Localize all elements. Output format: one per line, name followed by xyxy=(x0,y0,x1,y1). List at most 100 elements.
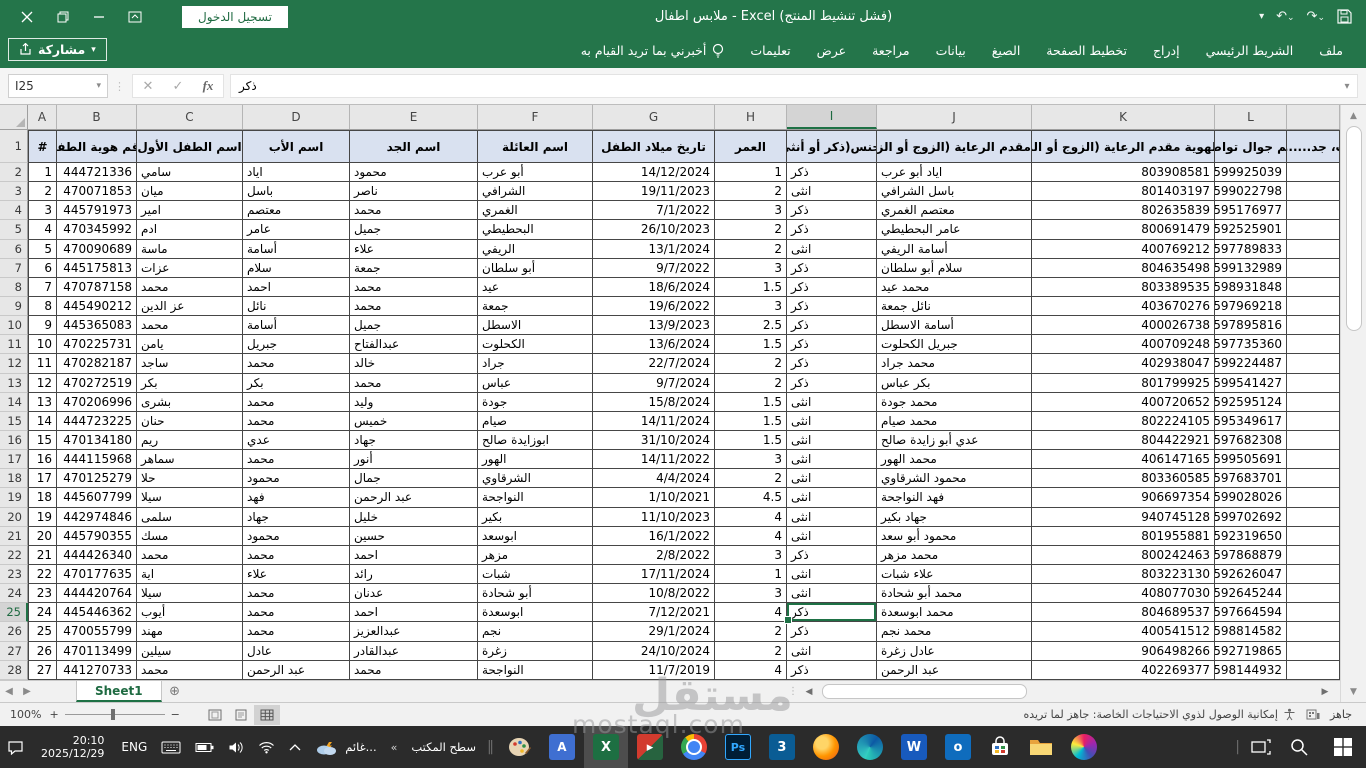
cell[interactable]: محمد xyxy=(243,584,350,604)
cell[interactable]: 31/10/2024 xyxy=(593,430,715,451)
cell[interactable]: محمد أبو شحادة xyxy=(877,584,1032,604)
cell[interactable]: ادم xyxy=(137,220,243,240)
zoom-slider-thumb[interactable] xyxy=(110,709,115,720)
cell[interactable]: 445365083 xyxy=(57,316,137,336)
cell[interactable]: عبدالفتاح xyxy=(350,335,478,355)
cell[interactable]: سلمى xyxy=(137,507,243,527)
cell[interactable]: محمد جودة xyxy=(877,392,1032,412)
cell[interactable]: 3 xyxy=(715,545,787,565)
cell[interactable]: 16/1/2022 xyxy=(593,526,715,546)
column-header-F[interactable]: F xyxy=(478,105,593,129)
cell[interactable]: خالد xyxy=(350,354,478,374)
cell[interactable]: الريفي xyxy=(478,239,593,259)
cell[interactable]: بكر xyxy=(243,373,350,393)
excel-icon[interactable]: X xyxy=(583,726,628,768)
cell[interactable]: احمد xyxy=(350,603,478,623)
file-explorer-icon[interactable] xyxy=(1020,726,1062,768)
cell[interactable]: 2 xyxy=(715,641,787,661)
cell[interactable]: 14/11/2024 xyxy=(593,411,715,431)
cell[interactable]: ابوسعدة xyxy=(478,603,593,623)
toolbar-chevrons-icon[interactable]: « xyxy=(384,726,405,768)
cell[interactable]: 21 xyxy=(28,545,57,565)
cell[interactable]: 402269377 xyxy=(1032,660,1215,680)
horizontal-scroll-track[interactable] xyxy=(820,684,1314,699)
cell[interactable]: جمعة xyxy=(478,296,593,317)
cell[interactable]: 444115968 xyxy=(57,450,137,470)
cell[interactable]: أسامة xyxy=(243,316,350,336)
cell[interactable]: عدي أبو زايدة صالح xyxy=(877,430,1032,451)
word-icon[interactable]: W xyxy=(892,726,936,768)
cell[interactable]: محمد xyxy=(243,450,350,470)
row-header-3[interactable]: 3 xyxy=(0,182,28,202)
cell[interactable]: 801403197 xyxy=(1032,182,1215,202)
cell[interactable]: عدي xyxy=(243,430,350,451)
cell[interactable]: محمد نجم xyxy=(877,622,1032,642)
cell[interactable]: ذكر xyxy=(787,622,877,642)
cell[interactable]: 4 xyxy=(715,603,787,623)
cell[interactable]: 445791973 xyxy=(57,201,137,221)
cell[interactable]: 592319650 xyxy=(1215,526,1287,546)
cell[interactable]: 803908581 xyxy=(1032,163,1215,183)
ribbon-tab-7[interactable]: عرض xyxy=(804,33,859,68)
sign-in-button[interactable]: تسجيل الدخول xyxy=(182,5,288,28)
cell[interactable]: أبو سلطان xyxy=(478,258,593,278)
zoom-in-icon[interactable]: + xyxy=(49,708,58,721)
row-header-25[interactable]: 25 xyxy=(0,603,28,623)
cell[interactable]: 599224487 xyxy=(1215,354,1287,374)
cell[interactable]: أيوب xyxy=(137,603,243,623)
cell[interactable]: 4.5 xyxy=(715,488,787,508)
minimize-icon[interactable] xyxy=(88,6,110,28)
cell[interactable]: 803389535 xyxy=(1032,277,1215,297)
cell[interactable] xyxy=(1287,182,1340,202)
column-header-D[interactable]: D xyxy=(243,105,350,129)
cell[interactable]: 2 xyxy=(715,220,787,240)
cell[interactable] xyxy=(1287,545,1340,565)
cell[interactable]: 599022798 xyxy=(1215,182,1287,202)
row-header-5[interactable]: 5 xyxy=(0,220,28,240)
formula-bar-splitter[interactable]: ⋮ xyxy=(114,80,126,93)
cell[interactable]: 13 xyxy=(28,392,57,412)
header-cell[interactable]: # xyxy=(28,130,57,163)
cell[interactable]: النواجحة xyxy=(478,488,593,508)
cell[interactable]: 801799925 xyxy=(1032,373,1215,393)
ribbon-tab-3[interactable]: تخطيط الصفحة xyxy=(1033,33,1140,68)
cell[interactable]: 23 xyxy=(28,584,57,604)
cell[interactable]: ذكر xyxy=(787,316,877,336)
cell[interactable]: 2 xyxy=(28,182,57,202)
cell[interactable]: 597682308 xyxy=(1215,430,1287,451)
cell[interactable]: جراد xyxy=(478,354,593,374)
ribbon-tab-6[interactable]: مراجعة xyxy=(859,33,923,68)
cell[interactable]: الاسطل xyxy=(478,316,593,336)
cell[interactable]: محمد xyxy=(243,622,350,642)
cell[interactable]: 2 xyxy=(715,354,787,374)
search-icon[interactable] xyxy=(1278,726,1320,768)
cell[interactable]: 17 xyxy=(28,469,57,489)
cell[interactable]: 442974846 xyxy=(57,507,137,527)
confirm-entry-icon[interactable]: ✓ xyxy=(163,79,193,94)
cell[interactable]: جبريل xyxy=(243,335,350,355)
cell[interactable]: 5 xyxy=(28,239,57,259)
cell[interactable]: احمد xyxy=(350,545,478,565)
cell[interactable]: 592595124 xyxy=(1215,392,1287,412)
cell[interactable]: 801955881 xyxy=(1032,526,1215,546)
cell[interactable]: انثى xyxy=(787,488,877,508)
cell[interactable]: عبدالعزيز xyxy=(350,622,478,642)
ribbon-display-options-icon[interactable] xyxy=(124,6,146,28)
cell[interactable]: محمود xyxy=(243,526,350,546)
cell[interactable]: 1.5 xyxy=(715,277,787,297)
prev-sheet-icon[interactable]: ◀ xyxy=(0,681,18,702)
cell[interactable]: ماسة xyxy=(137,239,243,259)
cell[interactable]: محمد xyxy=(243,545,350,565)
row-header-9[interactable]: 9 xyxy=(0,296,28,317)
ribbon-tab-8[interactable]: تعليمات xyxy=(737,33,803,68)
formula-input[interactable]: ذكر ▾ xyxy=(230,74,1358,98)
page-break-preview-icon[interactable] xyxy=(202,705,228,725)
cell[interactable]: 6 xyxy=(28,258,57,278)
cell[interactable]: باسل xyxy=(243,182,350,202)
column-header-A[interactable]: A xyxy=(28,105,57,129)
cell[interactable]: جمعة xyxy=(350,258,478,278)
cell[interactable] xyxy=(1287,411,1340,431)
header-cell[interactable]: رقم جوال تواصل xyxy=(1215,130,1287,163)
cell[interactable]: انثى xyxy=(787,411,877,431)
cell[interactable]: سماهر xyxy=(137,450,243,470)
